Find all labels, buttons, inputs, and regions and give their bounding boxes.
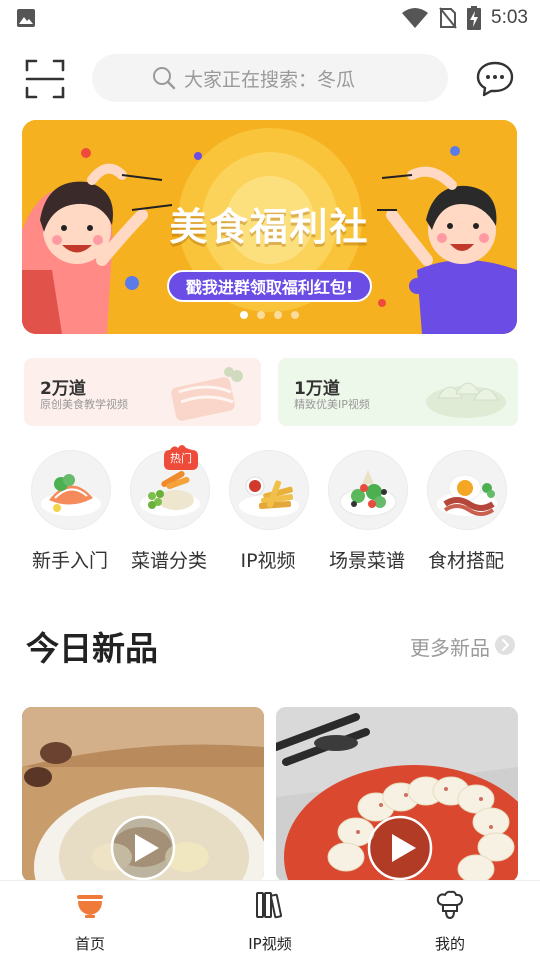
promo-subtitle: 原创美食教学视频 bbox=[40, 398, 128, 411]
bottom-nav: 首页 IP视频 我的 bbox=[0, 880, 540, 960]
banner-title: 美食福利社 bbox=[169, 205, 370, 249]
category-label: 场景菜谱 bbox=[328, 550, 405, 572]
new-product-card[interactable] bbox=[276, 707, 518, 882]
yam-photo bbox=[276, 707, 518, 882]
chef-hat-icon bbox=[436, 890, 463, 920]
nav-label: 首页 bbox=[74, 935, 105, 953]
image-icon bbox=[17, 9, 35, 27]
meat-slices-icon bbox=[171, 367, 243, 421]
section-title: 今日新品 bbox=[26, 629, 158, 668]
nav-home[interactable]: 首页 bbox=[30, 881, 150, 960]
banner-dot[interactable] bbox=[240, 311, 248, 319]
soup-photo bbox=[22, 707, 264, 882]
category-scene-recipes[interactable]: 场景菜谱 bbox=[317, 448, 417, 578]
category-label: 食材搭配 bbox=[427, 550, 504, 572]
salad-icon bbox=[328, 450, 408, 530]
banner-dot[interactable] bbox=[291, 311, 299, 319]
banner-pagination bbox=[22, 311, 517, 319]
more-new-link[interactable]: 更多新品 bbox=[410, 632, 490, 661]
search-input[interactable]: 大家正在搜索：冬瓜 bbox=[92, 54, 448, 102]
top-bar: 大家正在搜索：冬瓜 bbox=[0, 50, 540, 108]
dumplings-icon bbox=[426, 382, 506, 418]
promo-banner[interactable]: 美食福利社 戳我进群领取福利红包! bbox=[22, 120, 517, 334]
wifi-icon bbox=[402, 8, 429, 28]
banner-cta-button[interactable]: 戳我进群领取福利红包! bbox=[167, 270, 372, 302]
promo-card-ip-videos[interactable]: 1万道 精致优美IP视频 bbox=[278, 358, 518, 426]
no-sim-icon bbox=[439, 7, 457, 29]
nav-profile[interactable]: 我的 bbox=[390, 881, 510, 960]
category-beginner[interactable]: 新手入门 bbox=[20, 448, 120, 578]
search-placeholder: 大家正在搜索：冬瓜 bbox=[184, 68, 356, 91]
nav-label: IP视频 bbox=[248, 935, 292, 953]
category-label: IP视频 bbox=[240, 550, 296, 572]
category-label: 新手入门 bbox=[31, 550, 108, 572]
hot-badge-label: 热门 bbox=[170, 452, 192, 465]
message-icon[interactable] bbox=[476, 60, 514, 98]
status-bar: 5:03 bbox=[0, 0, 540, 36]
category-ip-videos[interactable]: IP视频 bbox=[218, 448, 318, 578]
banner-dot[interactable] bbox=[257, 311, 265, 319]
promo-subtitle: 精致优美IP视频 bbox=[294, 398, 370, 411]
new-product-card[interactable] bbox=[22, 707, 264, 882]
nav-label: 我的 bbox=[434, 935, 465, 953]
salmon-dish-icon bbox=[31, 450, 111, 530]
search-icon bbox=[153, 67, 176, 90]
books-icon bbox=[256, 892, 283, 919]
category-grid: 新手入门 菜谱分类 IP视频 场景菜谱 食材搭配 bbox=[20, 448, 520, 578]
bowl-icon bbox=[77, 895, 103, 918]
clock: 5:03 bbox=[491, 7, 528, 28]
category-label: 菜谱分类 bbox=[130, 550, 207, 572]
category-ingredient-pairing[interactable]: 食材搭配 bbox=[416, 448, 516, 578]
fries-icon bbox=[229, 450, 309, 530]
scan-icon[interactable] bbox=[24, 58, 66, 100]
promo-card-original-videos[interactable]: 2万道 原创美食教学视频 bbox=[24, 358, 261, 426]
battery-charging-icon bbox=[467, 6, 482, 30]
chevron-right-icon[interactable] bbox=[495, 635, 515, 655]
fried-egg-icon bbox=[427, 450, 507, 530]
banner-dot[interactable] bbox=[274, 311, 282, 319]
nav-ip-videos[interactable]: IP视频 bbox=[210, 881, 330, 960]
